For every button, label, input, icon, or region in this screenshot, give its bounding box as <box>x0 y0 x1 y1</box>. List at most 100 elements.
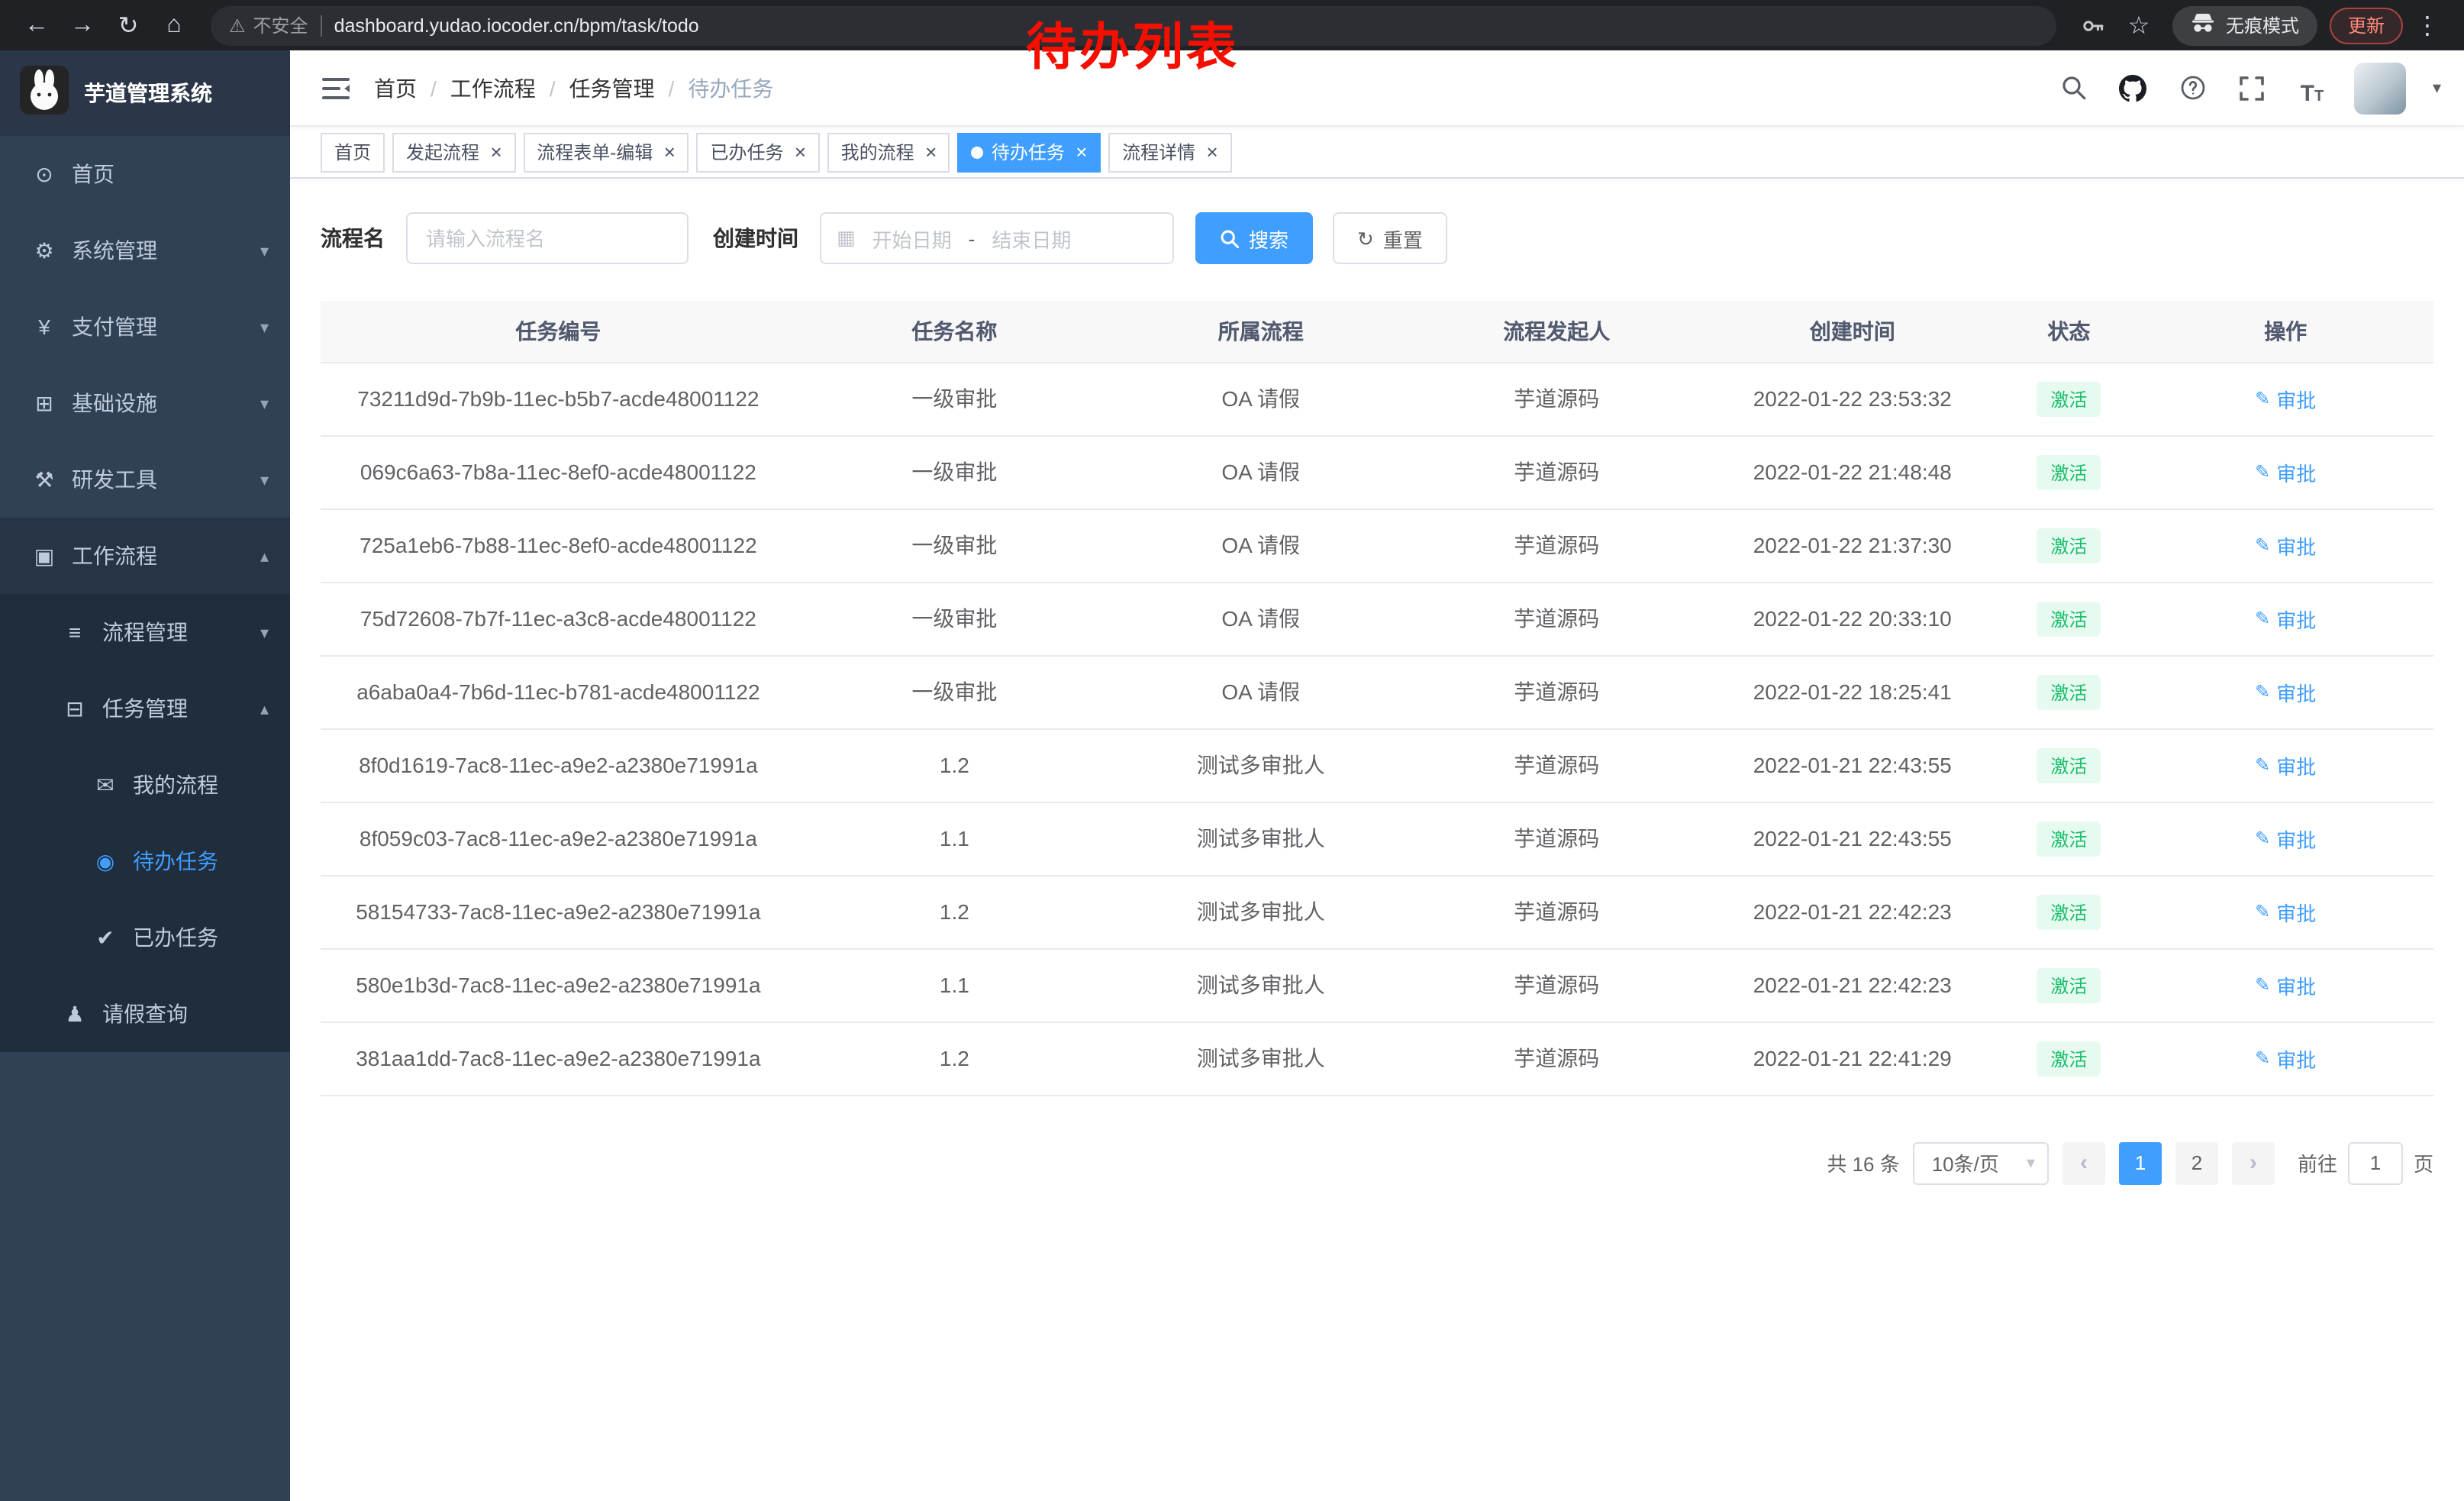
column-header: 任务名称 <box>796 301 1113 362</box>
page-number-button[interactable]: 1 <box>2119 1141 2162 1184</box>
breadcrumb-item[interactable]: 首页 / <box>374 73 450 103</box>
tab[interactable]: 流程表单-编辑 × <box>523 132 689 172</box>
home-icon[interactable]: ⌂ <box>153 4 195 47</box>
search-icon[interactable] <box>2057 71 2091 105</box>
close-icon[interactable]: × <box>1076 142 1087 162</box>
approve-link[interactable]: ✎ 审批 <box>2255 750 2316 780</box>
cell-status: 激活 <box>2000 1022 2137 1095</box>
close-icon[interactable]: × <box>663 142 675 162</box>
sidebar-item[interactable]: ✉ 我的流程 ▾ ▴ <box>0 747 290 823</box>
approve-link[interactable]: ✎ 审批 <box>2255 1044 2316 1073</box>
process-name-input[interactable] <box>406 212 689 264</box>
github-icon[interactable] <box>2117 71 2150 105</box>
cell-created-time: 2022-01-21 22:42:23 <box>1704 948 2001 1022</box>
reset-icon: ↻ <box>1357 228 1374 248</box>
approve-link[interactable]: ✎ 审批 <box>2255 824 2316 853</box>
refresh-icon[interactable]: ↻ <box>107 4 150 47</box>
close-icon[interactable]: × <box>925 142 937 162</box>
prev-page-button[interactable]: ‹ <box>2062 1141 2105 1184</box>
font-size-icon[interactable]: TT <box>2295 71 2329 105</box>
edit-icon: ✎ <box>2255 681 2270 702</box>
edit-icon: ✎ <box>2255 754 2270 776</box>
cell-task-name: 一级审批 <box>796 655 1113 728</box>
column-header: 状态 <box>2000 301 2137 362</box>
done-icon: ✔ <box>92 925 119 951</box>
close-icon[interactable]: × <box>1206 142 1217 162</box>
chevron-down-icon: ▾ <box>260 470 269 489</box>
tab[interactable]: 流程详情 × <box>1108 132 1231 172</box>
tab[interactable]: 我的流程 × <box>827 132 950 172</box>
sidebar-item[interactable]: ¥ 支付管理 ▾ ▴ <box>0 289 290 365</box>
breadcrumb-item[interactable]: 待办任务 / <box>688 73 773 103</box>
sidebar-item-label: 支付管理 <box>72 311 247 342</box>
app-logo-row[interactable]: 芋道管理系统 <box>0 50 290 136</box>
security-status[interactable]: ⚠ 不安全 <box>229 12 308 38</box>
approve-link[interactable]: ✎ 审批 <box>2255 677 2316 706</box>
sidebar-item[interactable]: ✔ 已办任务 ▾ ▴ <box>0 899 290 976</box>
cell-action: ✎ 审批 <box>2137 802 2433 875</box>
caret-down-icon[interactable]: ▾ <box>2433 78 2441 98</box>
sidebar-item[interactable]: ▣ 工作流程 ▾ ▴ <box>0 518 290 594</box>
cell-task-id: 58154733-7ac8-11ec-a9e2-a2380e71991a <box>321 875 796 948</box>
status-badge: 激活 <box>2037 601 2101 636</box>
chevron-down-icon: ▾ <box>260 317 269 337</box>
close-icon[interactable]: × <box>794 142 805 162</box>
cell-task-name: 一级审批 <box>796 362 1113 435</box>
tab[interactable]: 发起流程 × <box>392 132 515 172</box>
approve-link[interactable]: ✎ 审批 <box>2255 970 2316 999</box>
help-icon[interactable] <box>2176 71 2210 105</box>
approve-link[interactable]: ✎ 审批 <box>2255 604 2316 633</box>
tab[interactable]: 已办任务 × <box>696 132 819 172</box>
approve-link[interactable]: ✎ 审批 <box>2255 897 2316 926</box>
cell-task-name: 1.1 <box>796 948 1113 1022</box>
url-text[interactable]: dashboard.yudao.iocoder.cn/bpm/task/todo <box>334 15 699 36</box>
todo-task-table: 任务编号 任务名称 所属流程 流程发起人 创建时间 状态 <box>321 301 2433 1096</box>
date-range-picker[interactable]: ▦ 开始日期 - 结束日期 <box>820 212 1174 264</box>
avatar[interactable] <box>2355 62 2407 114</box>
create-time-label: 创建时间 <box>713 223 798 253</box>
page-number-button[interactable]: 2 <box>2175 1141 2218 1184</box>
fullscreen-icon[interactable] <box>2236 71 2269 105</box>
approve-link[interactable]: ✎ 审批 <box>2255 384 2316 413</box>
page-number-list: 1 2 <box>2119 1141 2218 1184</box>
close-icon[interactable]: × <box>490 142 502 162</box>
password-key-icon[interactable] <box>2072 4 2114 47</box>
forward-icon[interactable]: → <box>61 4 104 47</box>
sidebar-item[interactable]: ⊟ 任务管理 ▾ ▴ <box>0 670 290 747</box>
next-page-button[interactable]: › <box>2232 1141 2275 1184</box>
breadcrumb-item[interactable]: 工作流程 / <box>450 73 569 103</box>
back-icon[interactable]: ← <box>15 4 58 47</box>
chrome-update-button[interactable]: 更新 <box>2330 7 2403 44</box>
chevron-down-icon: ▾ <box>260 622 269 642</box>
hamburger-icon[interactable] <box>313 65 359 111</box>
sidebar-item[interactable]: ≡ 流程管理 ▾ ▴ <box>0 594 290 670</box>
process-mgmt-icon: ≡ <box>61 620 89 644</box>
edit-icon: ✎ <box>2255 828 2270 849</box>
person-icon: ♟ <box>61 1001 89 1027</box>
cell-status: 激活 <box>2000 875 2137 948</box>
tab[interactable]: 首页 × <box>321 132 385 172</box>
reset-button[interactable]: ↻ 重置 <box>1333 212 1447 264</box>
sidebar-item[interactable]: ⚒ 研发工具 ▾ ▴ <box>0 441 290 518</box>
sidebar-item[interactable]: ⊞ 基础设施 ▾ ▴ <box>0 365 290 441</box>
bookmark-star-icon[interactable]: ☆ <box>2117 4 2160 47</box>
goto-page-input[interactable] <box>2348 1141 2403 1184</box>
search-button[interactable]: 搜索 <box>1195 212 1313 264</box>
sidebar-item[interactable]: ♟ 请假查询 ▾ ▴ <box>0 976 290 1052</box>
chevron-down-icon: ▾ <box>260 240 269 260</box>
page-size-select[interactable]: 10条/页 ▾ <box>1914 1141 2049 1184</box>
cell-initiator: 芋道源码 <box>1408 435 1704 508</box>
status-badge: 激活 <box>2037 821 2101 856</box>
breadcrumb-item[interactable]: 任务管理 / <box>569 73 689 103</box>
browser-menu-icon[interactable]: ⋮ <box>2406 4 2449 47</box>
tab[interactable]: 待办任务 × <box>958 132 1101 172</box>
sidebar-item[interactable]: ◉ 待办任务 ▾ ▴ <box>0 823 290 899</box>
cell-task-name: 一级审批 <box>796 435 1113 508</box>
sidebar-item[interactable]: ⚙ 系统管理 ▾ ▴ <box>0 212 290 289</box>
approve-link[interactable]: ✎ 审批 <box>2255 531 2316 560</box>
screen: ← → ↻ ⌂ ⚠ 不安全 dashboard.yudao.iocoder.cn… <box>0 0 2464 1501</box>
address-bar[interactable]: ⚠ 不安全 dashboard.yudao.iocoder.cn/bpm/tas… <box>211 5 2056 45</box>
approve-link[interactable]: ✎ 审批 <box>2255 457 2316 486</box>
sidebar-item[interactable]: ⊙ 首页 ▾ ▴ <box>0 136 290 212</box>
filter-bar: 流程名 创建时间 ▦ 开始日期 - 结束日期 <box>321 212 2433 264</box>
